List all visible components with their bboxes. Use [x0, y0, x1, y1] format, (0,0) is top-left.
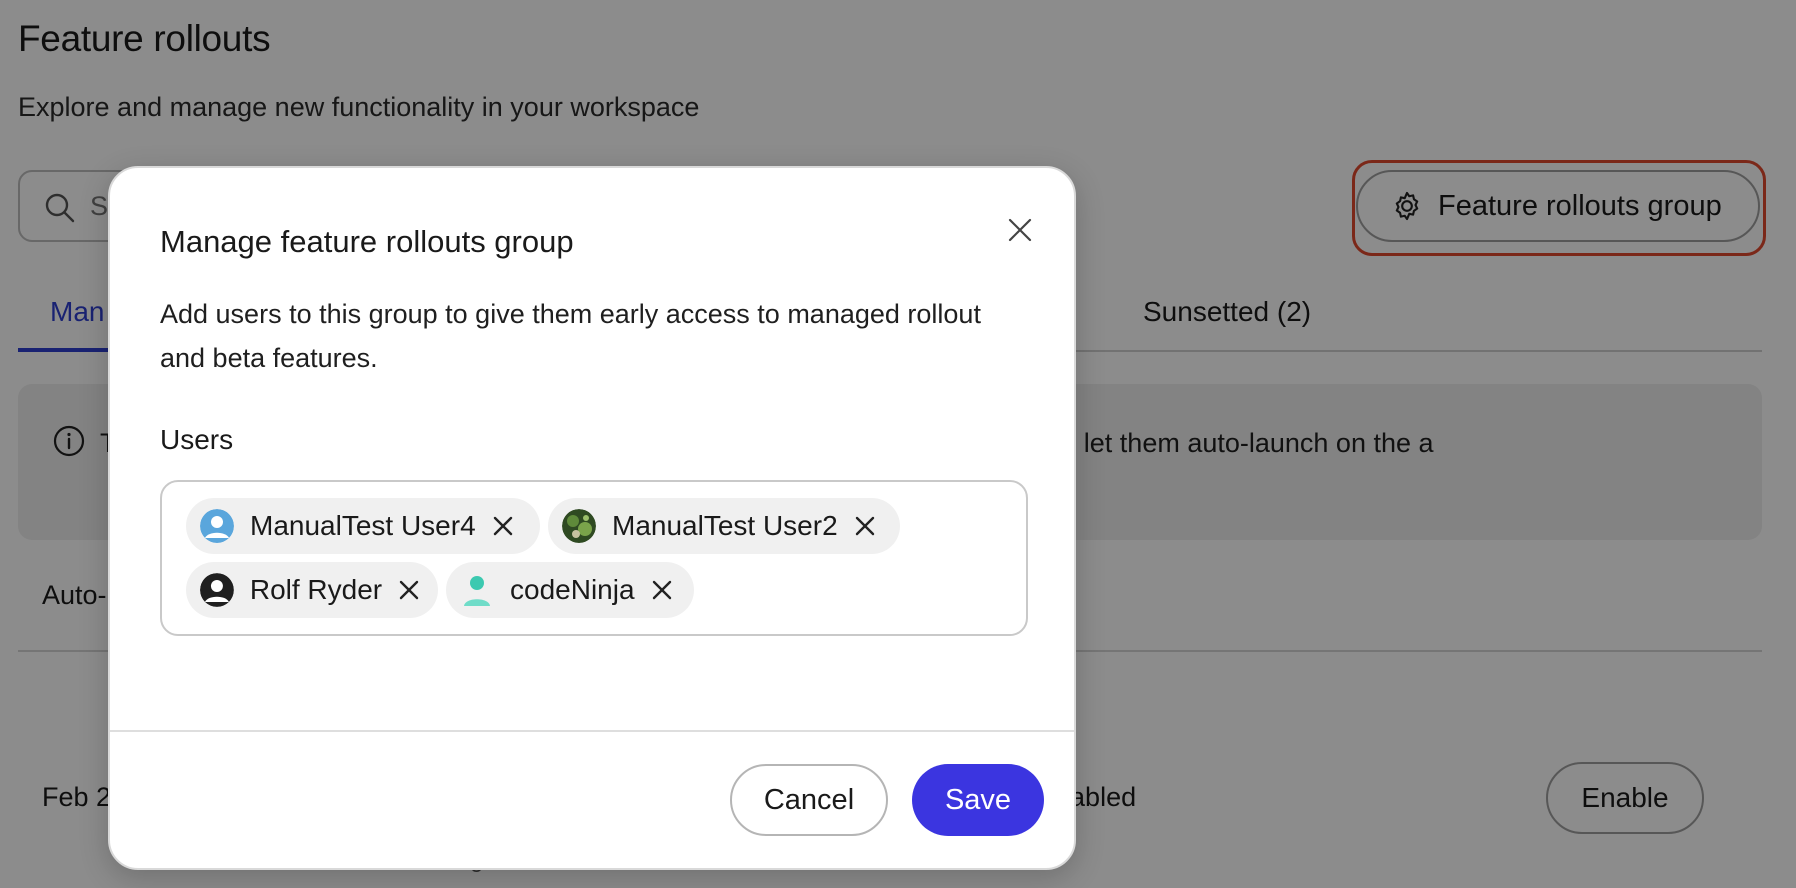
users-chip-input[interactable]: ManualTest User4 ManualTest User2 Rolf R… [160, 480, 1028, 636]
user-chip-label: codeNinja [510, 574, 635, 605]
user-chip-label: ManualTest User2 [612, 510, 838, 541]
close-icon [1008, 218, 1032, 242]
close-icon [399, 580, 419, 600]
close-button[interactable] [994, 204, 1046, 256]
user-chip: ManualTest User4 [186, 498, 540, 554]
users-label: Users [160, 424, 234, 455]
person-avatar-icon [464, 576, 490, 606]
user-chip-label: ManualTest User4 [250, 510, 476, 541]
remove-user-button[interactable] [486, 509, 520, 543]
remove-user-button[interactable] [645, 573, 679, 607]
close-icon [493, 516, 512, 536]
user-avatar-icon [200, 573, 234, 607]
user-chip: codeNinja [446, 562, 694, 618]
cancel-button[interactable]: Cancel [730, 764, 888, 836]
user-chip: ManualTest User2 [548, 498, 900, 554]
save-button[interactable]: Save [912, 764, 1044, 836]
close-icon [652, 580, 671, 600]
close-icon [855, 516, 874, 536]
user-chip-label: Rolf Ryder [249, 574, 383, 605]
dialog-description: Add users to this group to give them ear… [160, 299, 981, 373]
user-avatar-icon [200, 509, 234, 543]
dialog-footer-divider [110, 730, 1074, 732]
manage-group-dialog: Manage feature rollouts group Add users … [108, 166, 1076, 870]
photo-avatar-icon [562, 509, 596, 543]
remove-user-button[interactable] [848, 509, 882, 543]
page: Feature rollouts Explore and manage new … [0, 0, 1796, 888]
user-chip: Rolf Ryder [186, 562, 438, 618]
remove-user-button[interactable] [392, 573, 426, 607]
dialog-title: Manage feature rollouts group [160, 224, 574, 259]
